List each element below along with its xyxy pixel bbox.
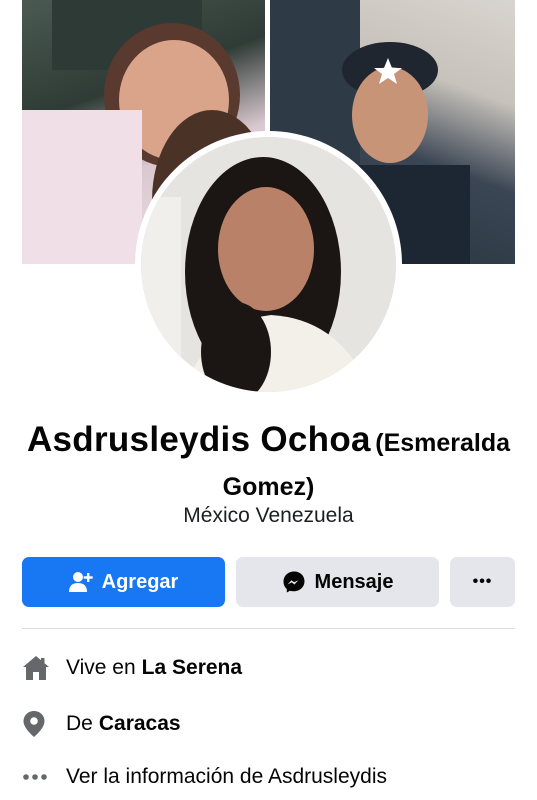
home-icon [22, 655, 66, 681]
profile-name: Asdrusleydis Ochoa (Esmeralda Gomez) [0, 420, 537, 511]
section-divider [22, 628, 515, 629]
message-button[interactable]: Mensaje [236, 557, 439, 607]
messenger-icon [283, 571, 305, 593]
more-dots-icon [22, 773, 66, 781]
profile-primary-name: Asdrusleydis Ochoa [26, 420, 371, 459]
message-label: Mensaje [314, 570, 394, 593]
profile-location: México Venezuela [183, 504, 354, 527]
more-button[interactable]: ••• [450, 557, 515, 607]
add-friend-icon [68, 572, 93, 592]
lives-in-prefix: Vive en [66, 656, 136, 679]
more-icon: ••• [472, 573, 493, 590]
from-prefix: De [66, 712, 93, 735]
add-friend-label: Agregar [101, 570, 179, 593]
location-pin-icon [22, 710, 66, 738]
see-about-row[interactable]: Ver la información de Asdrusleydis [22, 762, 515, 792]
lives-in-row[interactable]: Vive en La Serena [22, 653, 515, 683]
from-row[interactable]: De Caracas [22, 709, 515, 739]
profile-photo-frame [135, 131, 402, 398]
profile-photo[interactable] [141, 137, 396, 392]
from-place[interactable]: Caracas [99, 712, 181, 736]
lives-in-place[interactable]: La Serena [142, 656, 242, 680]
add-friend-button[interactable]: Agregar [22, 557, 225, 607]
see-about-label: Ver la información de Asdrusleydis [66, 765, 387, 788]
